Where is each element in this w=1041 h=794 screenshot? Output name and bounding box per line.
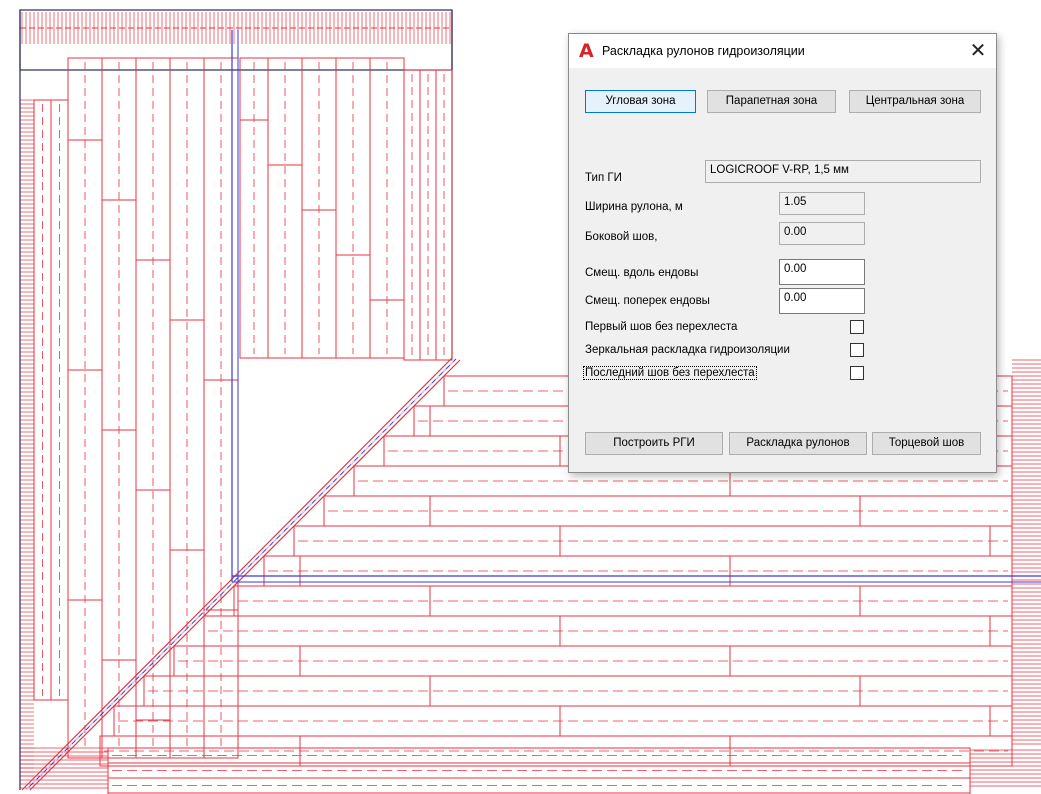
- last-seam-checkbox[interactable]: [850, 366, 864, 380]
- build-button[interactable]: Построить РГИ: [585, 432, 723, 455]
- valley-edge: [29, 359, 461, 791]
- offset-across-label: Смещ. поперек ендовы: [585, 295, 710, 307]
- valley-axis: [25, 358, 457, 791]
- tab-corner-zone[interactable]: Угловая зона: [585, 90, 696, 113]
- mirror-layout-label: Зеркальная раскладка гидроизоляции: [585, 344, 790, 356]
- roll-width-field: 1.05: [779, 192, 865, 215]
- first-seam-checkbox[interactable]: [850, 320, 864, 334]
- offset-along-label: Смещ. вдоль ендовы: [585, 267, 699, 279]
- dialog-title: Раскладка рулонов гидроизоляции: [602, 44, 805, 58]
- roll-layout-dialog: A Раскладка рулонов гидроизоляции ✕ Угло…: [568, 33, 997, 473]
- end-seam-button[interactable]: Торцевой шов: [872, 432, 981, 455]
- type-label: Тип ГИ: [585, 172, 622, 184]
- offset-along-input[interactable]: 0.00: [779, 259, 865, 285]
- offset-across-input[interactable]: 0.00: [779, 288, 865, 314]
- side-seam-label: Боковой шов,: [585, 231, 658, 243]
- last-seam-label: Последний шов без перехлеста: [583, 366, 757, 380]
- roll-width-label: Ширина рулона, м: [585, 201, 683, 213]
- first-seam-label: Первый шов без перехлеста: [585, 321, 738, 333]
- dialog-titlebar[interactable]: A Раскладка рулонов гидроизоляции ✕: [569, 34, 996, 68]
- type-field: LOGICROOF V-RP, 1,5 мм: [705, 160, 981, 183]
- side-seam-field: 0.00: [779, 222, 865, 245]
- mirror-layout-checkbox[interactable]: [850, 343, 864, 357]
- roll-layout-button[interactable]: Раскладка рулонов: [729, 432, 867, 455]
- tab-central-zone[interactable]: Центральная зона: [849, 90, 981, 113]
- parapet-frame: [19, 9, 453, 71]
- autocad-app-icon: A: [579, 40, 594, 62]
- close-icon[interactable]: ✕: [960, 34, 996, 68]
- tab-parapet-zone[interactable]: Парапетная зона: [707, 90, 836, 113]
- valley-edge: [21, 357, 453, 791]
